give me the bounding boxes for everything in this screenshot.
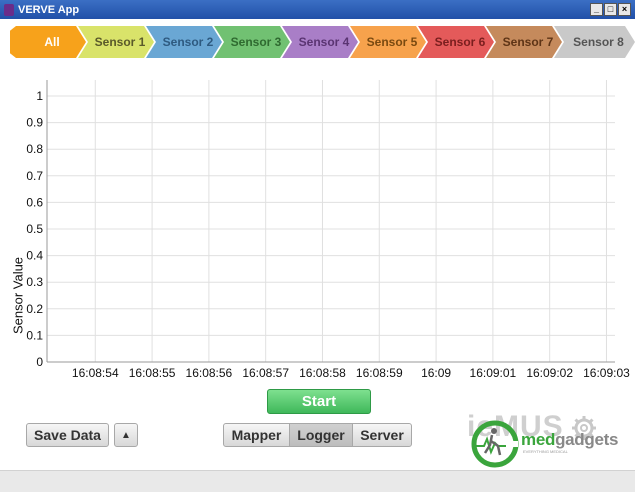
y-tick-label: 0.9 [26, 116, 43, 130]
server-button[interactable]: Server [352, 423, 412, 447]
y-tick-label: 0.2 [26, 302, 43, 316]
sensor-chart: 0 0.1 0.2 0.3 0.4 0.5 0.6 0.7 0.8 0.9 1 16:08:54 16:… [0, 70, 635, 390]
x-tick-label: 16:08:59 [356, 366, 403, 380]
chart-svg: 0 0.1 0.2 0.3 0.4 0.5 0.6 0.7 0.8 0.9 1 16:08:54 16:… [26, 80, 630, 380]
y-tick-label: 0.6 [26, 195, 43, 209]
x-tick-label: 16:08:54 [72, 366, 119, 380]
x-tick-label: 16:09:02 [526, 366, 573, 380]
y-tick-label: 0 [36, 355, 43, 369]
x-tick-label: 16:09:01 [470, 366, 517, 380]
save-data-button[interactable]: Save Data [26, 423, 109, 447]
tab-label: Sensor 5 [366, 35, 418, 49]
x-tick-label: 16:08:55 [129, 366, 176, 380]
y-axis-label: Sensor Value [10, 256, 26, 335]
x-tick-label: 16:09:03 [583, 366, 630, 380]
x-tick-label: 16:08:56 [186, 366, 233, 380]
y-tick-label: 1 [36, 89, 43, 103]
save-menu-arrow-icon[interactable]: ▲ [114, 423, 138, 447]
tab-sensor-6[interactable]: Sensor 6 [418, 26, 494, 58]
tab-label: Sensor 1 [94, 35, 146, 49]
tab-label: Sensor 6 [434, 35, 486, 49]
window-title: VERVE App [18, 3, 80, 16]
y-tick-label: 0.3 [26, 275, 43, 289]
sensor-tab-strip: All Sensor 1 Sensor 2 Sensor 3 Sensor 4 … [10, 26, 635, 58]
tab-label: Sensor 7 [502, 35, 554, 49]
x-tick-label: 16:08:57 [242, 366, 289, 380]
y-tick-label: 0.5 [26, 222, 43, 236]
medgadgets-logo-text: medgadgets [521, 430, 618, 450]
tab-all[interactable]: All [10, 26, 86, 58]
y-tick-label: 0.4 [26, 249, 43, 263]
tab-label: Sensor 2 [162, 35, 214, 49]
minimize-button[interactable]: _ [590, 3, 603, 16]
tab-sensor-4[interactable]: Sensor 4 [282, 26, 358, 58]
window-titlebar[interactable]: VERVE App _ □ × [0, 0, 635, 19]
y-tick-label: 0.8 [26, 142, 43, 156]
maximize-button[interactable]: □ [604, 3, 617, 16]
close-button[interactable]: × [618, 3, 631, 16]
tab-sensor-2[interactable]: Sensor 2 [146, 26, 222, 58]
brand-med: med [521, 430, 556, 449]
mapper-button[interactable]: Mapper [223, 423, 290, 447]
tab-label: Sensor 3 [230, 35, 282, 49]
y-tick-label: 0.7 [26, 169, 43, 183]
brand-gadgets: gadgets [555, 430, 619, 449]
tab-sensor-7[interactable]: Sensor 7 [486, 26, 562, 58]
start-button[interactable]: Start [267, 389, 371, 414]
tab-label: Sensor 8 [573, 35, 624, 49]
medgadgets-logo-icon [471, 420, 519, 468]
status-bar [0, 470, 635, 492]
tab-label: All [44, 35, 60, 49]
save-data-group: Save Data ▲ [26, 423, 138, 447]
tab-sensor-3[interactable]: Sensor 3 [214, 26, 290, 58]
x-tick-label: 16:08:58 [299, 366, 346, 380]
mode-segmented-control: Mapper Logger Server [223, 423, 412, 447]
tab-label: Sensor 4 [298, 35, 350, 49]
tab-sensor-8[interactable]: Sensor 8 [554, 26, 635, 58]
tab-sensor-1[interactable]: Sensor 1 [78, 26, 154, 58]
x-tick-label: 16:09 [421, 366, 451, 380]
logger-button[interactable]: Logger [289, 423, 353, 447]
app-icon [4, 3, 14, 16]
tab-sensor-5[interactable]: Sensor 5 [350, 26, 426, 58]
brand-tagline: EVERYTHING MEDICAL [523, 449, 568, 454]
y-tick-label: 0.1 [26, 328, 43, 342]
